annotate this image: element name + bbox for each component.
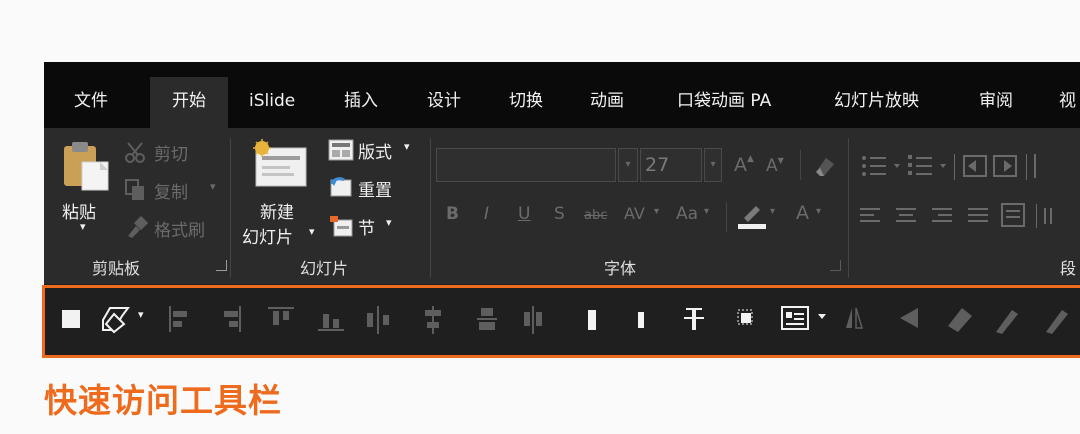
- tab-islide[interactable]: iSlide: [249, 77, 295, 128]
- group-separator: [230, 138, 231, 278]
- highlight-color-icon[interactable]: [736, 202, 768, 230]
- font-color-dropdown-arrow[interactable]: ▾: [816, 206, 821, 217]
- font-name-combobox[interactable]: [436, 148, 616, 182]
- tab-transitions[interactable]: 切换: [509, 77, 543, 128]
- tab-file[interactable]: 文件: [74, 77, 108, 128]
- tab-review[interactable]: 审阅: [979, 77, 1013, 128]
- underline-button[interactable]: U: [518, 204, 530, 224]
- paste-icon[interactable]: [62, 140, 114, 192]
- section-button[interactable]: 节: [358, 214, 375, 239]
- tab-insert[interactable]: 插入: [344, 77, 378, 128]
- paste-button-label[interactable]: 粘贴: [62, 198, 96, 223]
- clear-formatting-icon[interactable]: [812, 154, 838, 178]
- font-size-combobox[interactable]: 27: [640, 148, 702, 182]
- italic-button[interactable]: I: [484, 204, 489, 224]
- font-name-dropdown-arrow[interactable]: ▾: [618, 148, 638, 182]
- character-spacing-button[interactable]: AV: [624, 204, 645, 223]
- section-icon: [330, 216, 353, 237]
- caption-label: 快速访问工具栏: [44, 381, 282, 420]
- paragraph-controls: [860, 154, 1052, 228]
- format-painter-button[interactable]: 格式刷: [154, 216, 205, 241]
- paste-dropdown-arrow[interactable]: ▾: [80, 220, 86, 233]
- tab-pocket-animation[interactable]: 口袋动画 PA: [677, 77, 771, 128]
- shadow-button[interactable]: S: [554, 204, 565, 224]
- change-case-button[interactable]: Aa: [676, 204, 698, 224]
- font-group-label: 字体: [604, 259, 637, 278]
- font-divider: [726, 202, 727, 232]
- reset-button[interactable]: 重置: [358, 176, 392, 201]
- tab-design[interactable]: 设计: [427, 77, 461, 128]
- font-color-button[interactable]: A: [796, 202, 809, 224]
- layout-button[interactable]: 版式: [358, 138, 392, 163]
- reset-icon: [330, 177, 352, 197]
- tab-view[interactable]: 视: [1059, 77, 1076, 128]
- paragraph-group-label: 段: [1060, 259, 1077, 278]
- copy-button[interactable]: 复制: [154, 178, 188, 203]
- copy-dropdown-arrow[interactable]: ▾: [210, 180, 216, 193]
- slides-group-label: 幻灯片: [300, 259, 349, 278]
- scissors-icon: [125, 142, 145, 163]
- new-slide-dropdown-arrow[interactable]: ▾: [309, 225, 315, 238]
- font-divider: [800, 150, 801, 180]
- clipboard-group-label: 剪贴板: [92, 259, 141, 278]
- font-size-dropdown-arrow[interactable]: ▾: [704, 148, 722, 182]
- group-separator: [848, 138, 849, 278]
- new-slide-icon[interactable]: [250, 138, 308, 188]
- strikethrough-button[interactable]: abc: [584, 208, 607, 223]
- layout-dropdown-arrow[interactable]: ▾: [404, 140, 410, 153]
- new-slide-label-line2[interactable]: 幻灯片: [242, 223, 293, 248]
- ribbon-tab-bar: 文件 开始 iSlide 插入 设计 切换 动画 口袋动画 PA 幻灯片放映 审…: [44, 62, 1080, 128]
- tab-animations[interactable]: 动画: [590, 77, 624, 128]
- section-dropdown-arrow[interactable]: ▾: [386, 216, 392, 229]
- clipboard-launcher-icon[interactable]: [216, 260, 227, 271]
- ribbon-home: 粘贴 ▾ 剪切 复制 ▾ 格式刷 剪贴板 新建 幻灯片 ▾ 版式 ▾ 重置 节 …: [44, 128, 1080, 284]
- decrease-font-size-icon[interactable]: A▼: [766, 156, 784, 176]
- tab-slideshow[interactable]: 幻灯片放映: [834, 77, 919, 128]
- character-spacing-dropdown-arrow[interactable]: ▾: [654, 206, 659, 217]
- highlight-color-dropdown-arrow[interactable]: ▾: [770, 206, 775, 217]
- change-case-dropdown-arrow[interactable]: ▾: [704, 206, 709, 217]
- increase-font-size-icon[interactable]: A▲: [734, 154, 754, 176]
- format-painter-icon: [128, 216, 148, 238]
- copy-icon: [125, 179, 144, 200]
- qat-highlight-frame: [42, 285, 1080, 358]
- font-launcher-icon[interactable]: [830, 260, 841, 271]
- bold-button[interactable]: B: [446, 204, 459, 224]
- new-slide-label-line1[interactable]: 新建: [260, 198, 294, 223]
- layout-icon: [328, 139, 354, 161]
- group-separator: [430, 138, 431, 278]
- tab-home[interactable]: 开始: [150, 77, 228, 128]
- cut-button[interactable]: 剪切: [154, 140, 188, 165]
